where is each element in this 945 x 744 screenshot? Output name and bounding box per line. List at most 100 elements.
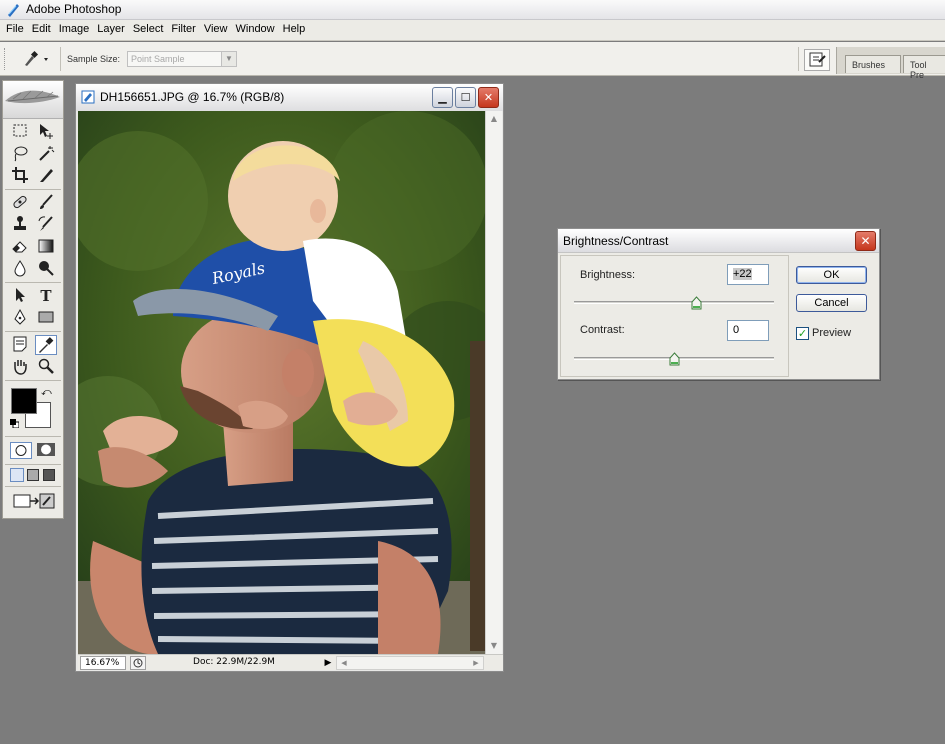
path-selection-tool-icon[interactable] xyxy=(9,286,31,306)
status-menu-arrow-icon[interactable]: ▶ xyxy=(322,656,334,670)
menu-view[interactable]: View xyxy=(200,20,232,35)
app-title: Adobe Photoshop xyxy=(26,2,122,16)
document-status-bar: 16.67% Doc: 22.9M/22.9M ▶ ◀ ▶ xyxy=(78,654,503,670)
options-separator xyxy=(60,47,61,71)
eyedropper-icon xyxy=(25,50,48,66)
ok-button[interactable]: OK xyxy=(796,266,867,284)
gradient-tool-icon[interactable] xyxy=(35,237,57,257)
eyedropper-tool-icon[interactable] xyxy=(35,335,57,355)
photo-image: Royals xyxy=(78,111,485,654)
brightness-input[interactable]: +22 xyxy=(727,264,769,285)
tool-preset-picker[interactable] xyxy=(21,50,51,68)
app-title-bar: Adobe Photoshop xyxy=(0,0,945,20)
scroll-right-icon[interactable]: ▶ xyxy=(469,657,483,669)
brightness-slider-track[interactable] xyxy=(574,301,774,304)
document-icon xyxy=(81,90,95,104)
notes-tool-icon[interactable] xyxy=(9,335,31,355)
default-colors-icon[interactable] xyxy=(10,418,20,429)
zoom-level-field[interactable]: 16.67% xyxy=(80,656,126,670)
type-tool-icon[interactable]: T xyxy=(35,286,57,306)
hand-tool-icon[interactable] xyxy=(9,357,31,377)
marquee-tool-icon[interactable] xyxy=(9,122,31,142)
zoom-tool-icon[interactable] xyxy=(35,357,57,377)
foreground-color-swatch-front[interactable] xyxy=(11,388,37,414)
tab-brushes[interactable]: Brushes xyxy=(845,55,901,73)
page-setup-button[interactable] xyxy=(130,656,146,670)
doc-size-info: Doc: 22.9M/22.9M xyxy=(193,657,275,667)
tab-tool-presets[interactable]: Tool Pre xyxy=(903,55,945,80)
brightness-value: +22 xyxy=(733,268,752,280)
history-brush-tool-icon[interactable] xyxy=(35,215,57,235)
swap-colors-icon[interactable]: ⤺ xyxy=(41,387,52,398)
minimize-icon: ▁ xyxy=(438,91,447,104)
crop-tool-icon[interactable] xyxy=(9,166,31,186)
menu-bar: File Edit Image Layer Select Filter View Window… xyxy=(0,20,945,41)
screen-mode-standard-icon[interactable] xyxy=(10,468,24,482)
horizontal-scrollbar[interactable]: ◀ ▶ xyxy=(336,656,484,670)
standard-mode-icon[interactable] xyxy=(10,442,32,459)
toolbox-separator xyxy=(5,380,61,381)
preview-checkbox[interactable]: ✓ xyxy=(796,327,809,340)
palette-icon xyxy=(809,52,826,67)
toolbox-separator xyxy=(5,436,61,437)
scroll-down-icon[interactable]: ▼ xyxy=(486,638,502,654)
screen-mode-full-menu-icon[interactable] xyxy=(27,469,39,481)
feather-icon xyxy=(5,90,60,104)
menu-layer[interactable]: Layer xyxy=(93,20,129,35)
dodge-tool-icon[interactable] xyxy=(35,259,57,279)
pen-tool-icon[interactable] xyxy=(9,308,31,328)
screen-mode-full-icon[interactable] xyxy=(43,469,55,481)
menu-select[interactable]: Select xyxy=(129,20,168,35)
toolbox: T ⤺ xyxy=(2,80,64,519)
scroll-left-icon[interactable]: ◀ xyxy=(337,657,351,669)
menu-edit[interactable]: Edit xyxy=(28,20,55,35)
menu-filter[interactable]: Filter xyxy=(167,20,199,35)
menu-image[interactable]: Image xyxy=(55,20,94,35)
toolbox-separator xyxy=(5,486,61,487)
close-document-button[interactable]: ✕ xyxy=(478,87,499,108)
document-window: DH156651.JPG @ 16.7% (RGB/8) ▁ ☐ ✕ Royal… xyxy=(75,83,504,672)
dialog-title-bar[interactable]: Brightness/Contrast ✕ xyxy=(558,229,879,253)
slice-tool-icon[interactable] xyxy=(35,166,57,186)
toolbox-separator xyxy=(5,189,61,190)
close-icon: ✕ xyxy=(483,91,494,104)
magic-wand-tool-icon[interactable] xyxy=(35,144,57,164)
lasso-tool-icon[interactable] xyxy=(9,144,31,164)
contrast-input[interactable]: 0 xyxy=(727,320,769,341)
rectangle-tool-icon[interactable] xyxy=(35,308,57,328)
scroll-up-icon[interactable]: ▲ xyxy=(486,111,502,127)
contrast-slider-thumb[interactable] xyxy=(669,352,680,366)
chevron-down-icon: ▼ xyxy=(221,52,236,66)
dialog-close-button[interactable]: ✕ xyxy=(855,231,876,251)
palette-toggle-button[interactable] xyxy=(804,49,830,71)
page-icon xyxy=(133,658,143,668)
sample-size-select[interactable]: Point Sample ▼ xyxy=(127,51,237,67)
clone-stamp-tool-icon[interactable] xyxy=(9,215,31,235)
toolbox-header[interactable] xyxy=(3,81,63,119)
cancel-button[interactable]: Cancel xyxy=(796,294,867,312)
document-title-bar[interactable]: DH156651.JPG @ 16.7% (RGB/8) ▁ ☐ ✕ xyxy=(76,84,503,111)
eraser-tool-icon[interactable] xyxy=(9,237,31,257)
contrast-value: 0 xyxy=(733,324,740,336)
move-tool-icon[interactable] xyxy=(35,122,57,142)
menu-file[interactable]: File xyxy=(2,20,28,35)
document-canvas[interactable]: Royals xyxy=(78,111,485,654)
options-bar-grip[interactable] xyxy=(4,48,7,70)
brightness-slider-thumb[interactable] xyxy=(691,296,702,310)
quick-mask-mode-icon[interactable] xyxy=(36,442,58,459)
contrast-label: Contrast: xyxy=(580,324,625,336)
maximize-button[interactable]: ☐ xyxy=(455,87,476,108)
menu-help[interactable]: Help xyxy=(279,20,310,35)
healing-brush-tool-icon[interactable] xyxy=(9,193,31,213)
brightness-contrast-dialog: Brightness/Contrast ✕ Brightness: +22 Co… xyxy=(557,228,880,380)
close-icon: ✕ xyxy=(860,234,871,248)
preview-label: Preview xyxy=(812,327,852,339)
brush-tool-icon[interactable] xyxy=(35,193,57,213)
jump-to-imageready-icon[interactable] xyxy=(10,490,58,512)
checkmark-icon: ✓ xyxy=(797,327,808,340)
blur-tool-icon[interactable] xyxy=(9,259,31,279)
menu-window[interactable]: Window xyxy=(232,20,279,35)
minimize-button[interactable]: ▁ xyxy=(432,87,453,108)
options-separator-right xyxy=(798,47,799,71)
vertical-scrollbar[interactable]: ▲ ▼ xyxy=(485,111,502,654)
